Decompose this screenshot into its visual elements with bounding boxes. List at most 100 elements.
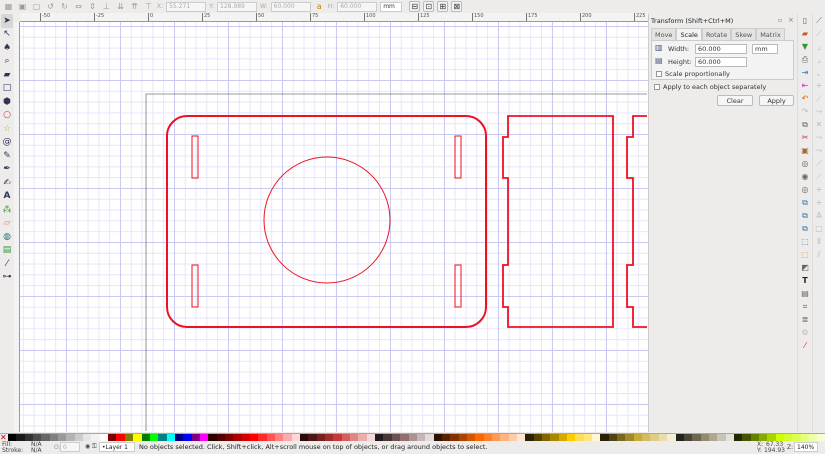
color-swatch[interactable] [325,434,334,441]
move-patterns-icon[interactable]: ⊠ [451,1,463,12]
color-swatch[interactable] [124,434,134,441]
color-swatch[interactable] [633,434,643,441]
raise-top-icon[interactable]: ⊤ [143,1,154,12]
color-swatch[interactable] [400,434,409,441]
height-input[interactable]: 60.000 [337,1,378,12]
color-swatch[interactable] [366,434,376,441]
color-swatch[interactable] [24,434,34,441]
color-swatch[interactable] [391,434,401,441]
move-gradients-icon[interactable]: ⊞ [437,1,449,12]
snap-page-border-icon[interactable]: □ [815,224,824,233]
color-swatch[interactable] [16,434,25,441]
color-swatch[interactable] [74,434,84,441]
zoom-page-icon[interactable]: ◎ [801,185,810,194]
color-swatch[interactable] [275,434,284,441]
color-swatch[interactable] [450,434,459,441]
color-swatch[interactable] [300,434,309,441]
side-panel-2[interactable] [626,115,647,328]
color-swatch[interactable] [650,434,659,441]
measure-tool-icon[interactable]: ▰ [1,68,13,82]
color-swatch[interactable] [99,434,109,441]
zoom-input[interactable]: 140% [794,442,818,452]
color-swatch[interactable] [708,434,718,441]
color-swatch[interactable] [575,434,584,441]
color-swatch[interactable] [141,434,150,441]
tweak-tool-icon[interactable]: ♠ [1,41,13,55]
snap-smooth-icon[interactable]: ⤳ [815,146,824,155]
lower-icon[interactable]: ⇊ [115,1,126,12]
color-swatch[interactable] [625,434,634,441]
unlink-clone-icon[interactable]: ⧉ [801,224,810,233]
snap-bbox-edge-icon[interactable]: ⌟ [815,42,824,51]
snap-intersections-icon[interactable]: ✕ [815,120,824,129]
bucket-tool-icon[interactable]: ◍ [1,230,13,244]
document-properties-icon[interactable]: ⁄ [801,341,810,350]
color-swatch[interactable] [608,434,618,441]
select-all-icon[interactable]: ▦ [3,1,14,12]
align-distribute-icon[interactable]: ≣ [801,315,810,324]
snap-guide-icon[interactable]: ⫽ [815,250,824,259]
ellipse-tool-icon[interactable]: ○ [1,109,13,123]
center-circle[interactable] [263,156,391,284]
color-swatch[interactable] [516,434,526,441]
color-swatch[interactable] [166,434,175,441]
pencil-tool-icon[interactable]: ✎ [1,149,13,163]
color-swatch[interactable] [149,434,159,441]
eraser-tool-icon[interactable]: ▱ [1,217,13,231]
color-swatch[interactable] [350,434,359,441]
calligraphy-tool-icon[interactable]: ✍ [1,176,13,190]
color-swatch[interactable] [592,434,601,441]
zoom-drawing-icon[interactable]: ◉ [801,172,810,181]
clone-icon[interactable]: ⧉ [801,211,810,220]
text-font-icon[interactable]: T [801,276,810,285]
xml-editor-icon[interactable]: ⌗ [801,302,810,311]
apply-button[interactable]: Apply [759,95,794,106]
duplicate-icon[interactable]: ⧉ [801,198,810,207]
side-panel-1[interactable] [502,115,614,328]
layers-icon[interactable]: ▤ [801,289,810,298]
apply-separately-checkbox[interactable] [654,84,660,90]
clear-button[interactable]: Clear [717,95,753,106]
color-swatch[interactable] [216,434,225,441]
color-swatch[interactable] [266,434,275,441]
color-swatch[interactable] [800,434,809,441]
snap-grid-icon[interactable]: ⦀ [815,237,824,246]
color-swatch[interactable] [491,434,501,441]
scale-width-input[interactable]: 60.000 [695,44,747,54]
color-swatch[interactable] [41,434,50,441]
y-input[interactable]: 128.989 [217,1,258,12]
lower-bottom-icon[interactable]: ⊥ [101,1,112,12]
color-swatch[interactable] [66,434,75,441]
color-swatch[interactable] [208,434,217,441]
snap-nodes-icon[interactable]: ⟋ [815,94,824,103]
x-input[interactable]: 55.271 [166,1,207,12]
snap-bbox-icon[interactable]: ⟋ [815,29,824,38]
snap-text-baseline-icon[interactable]: A [815,211,824,220]
copy-icon[interactable]: ⧉ [801,120,810,129]
width-input[interactable]: 60.000 [270,1,311,12]
color-swatch[interactable] [767,434,776,441]
color-swatch[interactable] [308,434,317,441]
color-swatch[interactable] [617,434,626,441]
color-swatch[interactable] [550,434,559,441]
selector-tool-icon[interactable]: ➤ [1,14,13,28]
color-swatch[interactable] [533,434,542,441]
color-swatch[interactable] [600,434,609,441]
3d-box-tool-icon[interactable]: ⬢ [1,95,13,109]
color-swatch[interactable] [8,434,17,441]
color-swatch[interactable] [733,434,743,441]
flip-horizontal-icon[interactable]: ⇔ [73,1,84,12]
layer-lock-icon[interactable]: ⚿ [92,443,97,450]
main-panel-outline[interactable] [166,115,487,328]
snap-object-midpoints-icon[interactable]: ⟋ [815,172,824,181]
color-swatch[interactable] [416,434,426,441]
color-swatch[interactable] [341,434,351,441]
color-swatch[interactable] [408,434,417,441]
color-swatch[interactable] [199,434,209,441]
text-tool-icon[interactable]: A [1,190,13,204]
color-swatch[interactable] [783,434,793,441]
layer-select[interactable]: •Layer 1 [99,442,135,452]
rectangle-tool-icon[interactable]: □ [1,82,13,96]
color-swatch[interactable] [133,434,142,441]
export-icon[interactable]: ⇤ [801,81,810,90]
